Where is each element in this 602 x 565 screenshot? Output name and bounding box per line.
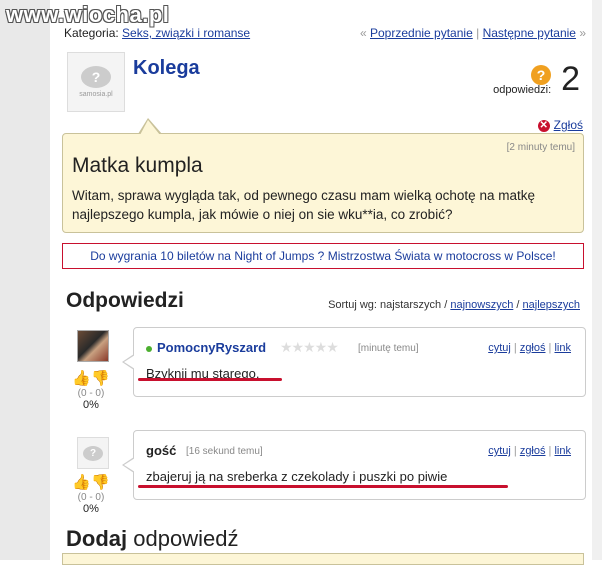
answer-text: zbajeruj ją na sreberka z czekolady i pu…: [146, 469, 448, 484]
promo-link[interactable]: Do wygrania 10 biletów na Night of Jumps…: [90, 249, 556, 263]
online-status-icon: [146, 345, 152, 352]
rating-stars: ★★★★★: [280, 339, 339, 355]
add-answer-bold: Dodaj: [66, 526, 128, 551]
right-margin: [592, 0, 602, 560]
vote-counts: (0 - 0): [77, 388, 105, 399]
answers-count-value: 2: [561, 60, 580, 98]
permalink-link[interactable]: link: [554, 445, 571, 457]
nav-right-arrow: »: [579, 26, 586, 40]
answer-card: gość [16 sekund temu] cytuj | zgłoś | li…: [122, 430, 586, 500]
vote-panel: 👍👎 (0 - 0) 0%: [71, 474, 111, 515]
permalink-link[interactable]: link: [554, 342, 571, 354]
answer-card: PomocnyRyszard ★★★★★ [minutę temu] cytuj…: [122, 327, 586, 397]
question-body: Witam, sprawa wygląda tak, od pewnego cz…: [72, 188, 535, 222]
question-time: [2 minuty temu]: [506, 142, 575, 153]
watermark: www.wiocha.pl: [6, 2, 170, 27]
answer-author-avatar[interactable]: [77, 330, 109, 362]
vote-percent: 0%: [83, 399, 99, 411]
answer-author-avatar[interactable]: ?: [77, 437, 109, 469]
report-x-icon: ✕: [537, 119, 550, 132]
answer-notch-fill: [124, 458, 135, 472]
thumb-down-icon[interactable]: 👎: [91, 370, 110, 387]
avatar-placeholder-icon: ?: [83, 445, 103, 461]
answer-actions: cytuj | zgłoś | link: [488, 445, 571, 457]
answer-time: [minutę temu]: [358, 343, 419, 354]
sort-label: Sortuj wg: najstarszych /: [328, 299, 448, 311]
question-nav: « Poprzednie pytanie | Następne pytanie …: [360, 26, 586, 40]
vote-percent: 0%: [83, 503, 99, 515]
answers-count: ? odpowiedzi: 2: [493, 60, 580, 98]
quote-link[interactable]: cytuj: [488, 342, 511, 354]
answer-author[interactable]: PomocnyRyszard: [146, 340, 266, 355]
question-box: [2 minuty temu] Matka kumpla Witam, spra…: [62, 118, 584, 233]
prev-question-link[interactable]: Poprzednie pytanie: [370, 26, 473, 40]
vote-panel: 👍👎 (0 - 0) 0%: [71, 370, 111, 411]
add-answer-box: [62, 553, 584, 565]
answer-actions: cytuj | zgłoś | link: [488, 342, 571, 354]
next-question-link[interactable]: Następne pytanie: [483, 26, 576, 40]
report-answer-link[interactable]: zgłoś: [520, 445, 546, 457]
answer-notch-fill: [124, 355, 135, 369]
answer-author-name[interactable]: PomocnyRyszard: [157, 340, 266, 355]
answers-heading: Odpowiedzi: [66, 289, 184, 312]
report-answer-link[interactable]: zgłoś: [520, 342, 546, 354]
nav-separator: |: [476, 26, 480, 40]
asker-avatar[interactable]: ? samosia.pl: [67, 52, 125, 112]
sort-separator: /: [516, 299, 520, 311]
category: Kategoria: Seks, związki i romanse: [64, 26, 250, 40]
sort-best-link[interactable]: najlepszych: [523, 299, 580, 311]
left-margin: [0, 0, 50, 560]
avatar-placeholder-icon: ?: [81, 66, 111, 88]
sort-newest-link[interactable]: najnowszych: [450, 299, 513, 311]
answers-count-label: odpowiedzi:: [493, 84, 552, 96]
quote-link[interactable]: cytuj: [488, 445, 511, 457]
nav-left-arrow: «: [359, 26, 367, 40]
thumb-down-icon[interactable]: 👎: [91, 474, 110, 491]
category-label: Kategoria:: [64, 26, 119, 40]
answer-time: [16 sekund temu]: [186, 446, 263, 457]
promo-banner: Do wygrania 10 biletów na Night of Jumps…: [62, 243, 584, 269]
question-title: Matka kumpla: [72, 154, 203, 177]
speech-notch-fill: [140, 120, 160, 135]
sort-options: Sortuj wg: najstarszych / najnowszych / …: [328, 299, 580, 311]
report-link[interactable]: Zgłoś: [554, 118, 583, 132]
question-mark-icon: ?: [531, 65, 552, 85]
red-underline-mark: [138, 485, 508, 488]
add-answer-heading: Dodaj odpowiedź: [66, 526, 238, 552]
add-answer-rest: odpowiedź: [133, 526, 239, 551]
thumb-up-icon[interactable]: 👍: [72, 370, 91, 387]
vote-counts: (0 - 0): [77, 492, 105, 503]
category-link[interactable]: Seks, związki i romanse: [122, 26, 250, 40]
answer-author: gość: [146, 443, 177, 458]
asker-name[interactable]: Kolega: [133, 57, 200, 80]
thumb-up-icon[interactable]: 👍: [72, 474, 91, 491]
red-underline-mark: [138, 378, 282, 381]
avatar-caption: samosia.pl: [79, 91, 113, 98]
report-question[interactable]: ✕ Zgłoś: [537, 118, 583, 132]
